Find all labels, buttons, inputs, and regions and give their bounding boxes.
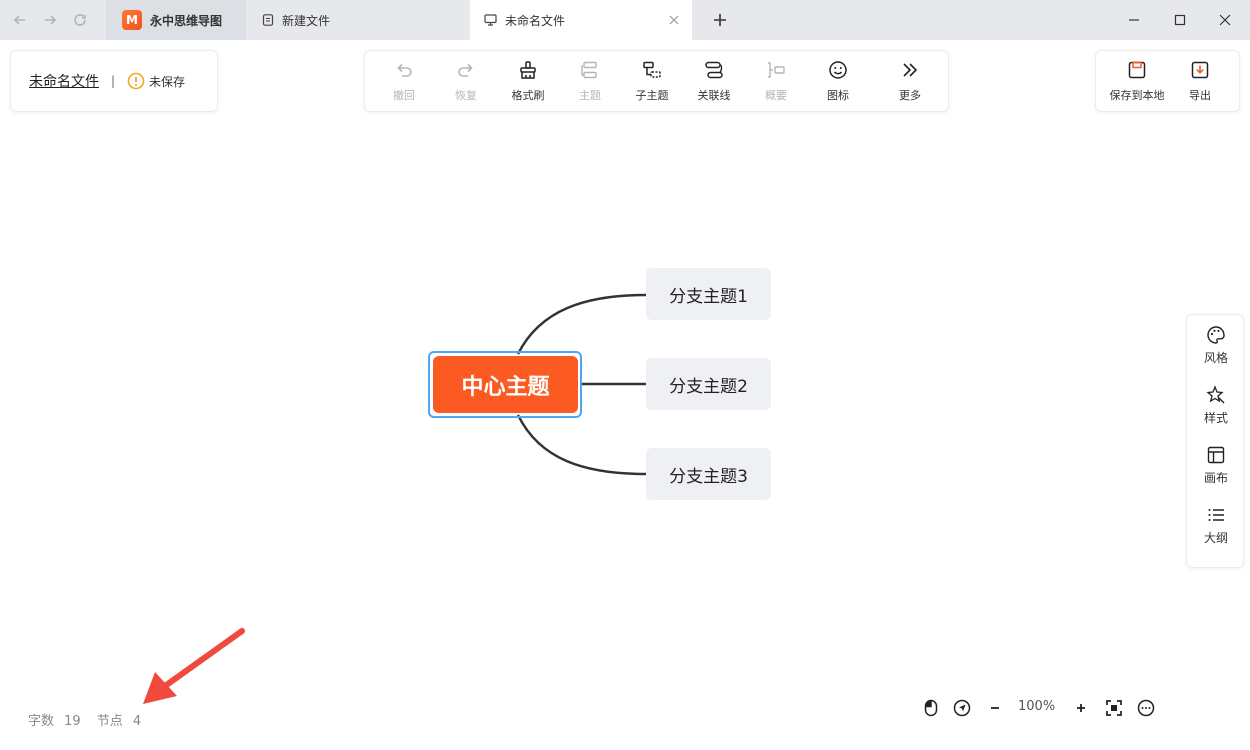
- zoom-out-icon[interactable]: [985, 698, 1005, 718]
- connector-branch-3: [516, 414, 647, 476]
- more-options-icon[interactable]: [1136, 698, 1156, 718]
- connector-branch-1: [516, 293, 647, 355]
- word-count-label: 字数: [28, 714, 55, 729]
- word-count-value: 19: [64, 714, 81, 729]
- locate-icon[interactable]: [952, 698, 972, 718]
- zoom-bar: 100%: [918, 694, 1163, 722]
- zoom-level: 100%: [1018, 699, 1056, 714]
- zoom-in-icon[interactable]: [1071, 698, 1091, 718]
- node-count-value: 4: [132, 714, 142, 729]
- central-topic-node[interactable]: 中心主题: [433, 356, 578, 413]
- annotation-arrow-icon: [143, 628, 245, 704]
- branch-topic-1[interactable]: 分支主题1: [646, 268, 771, 320]
- node-count-label: 节点: [96, 714, 123, 729]
- fit-screen-icon[interactable]: [1104, 698, 1124, 718]
- word-count: 字数 19: [28, 710, 81, 729]
- branch-topic-2[interactable]: 分支主题2: [646, 358, 771, 410]
- branch-topic-3[interactable]: 分支主题3: [646, 448, 771, 500]
- mouse-mode-icon[interactable]: [921, 698, 941, 718]
- node-count: 节点 4: [97, 710, 141, 729]
- status-bar: 字数 19 节点 4: [28, 710, 157, 729]
